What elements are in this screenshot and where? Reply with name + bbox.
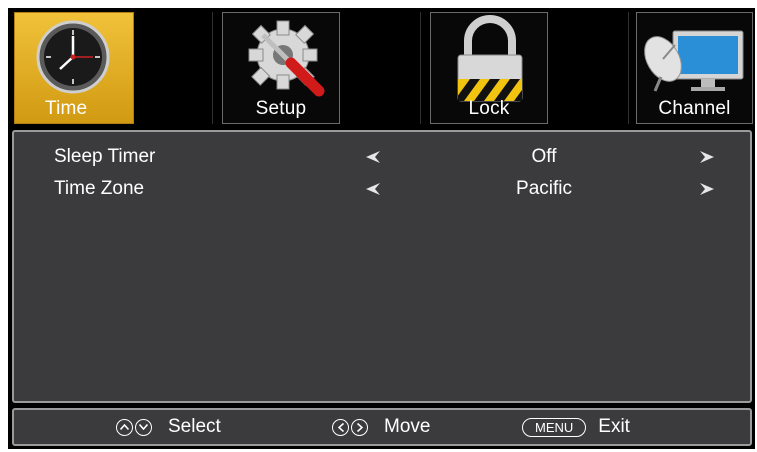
- padlock-icon: [457, 15, 523, 102]
- hint-exit: MENU Exit: [522, 416, 630, 438]
- tab-label: Time: [45, 98, 88, 119]
- chevron-left-icon[interactable]: [366, 151, 380, 163]
- right-arrow-icon: [351, 418, 368, 436]
- tab-setup[interactable]: Setup: [222, 12, 340, 124]
- down-arrow-icon: [135, 418, 152, 436]
- chevron-right-icon[interactable]: [700, 183, 714, 195]
- chevron-right-icon[interactable]: [700, 151, 714, 163]
- menu-row-value: Pacific: [516, 178, 572, 199]
- menu-row-value: Off: [531, 146, 557, 167]
- tab-channel[interactable]: Channel: [636, 12, 753, 124]
- menu-row-label: Sleep Timer: [54, 146, 156, 167]
- hint-select: Select: [116, 416, 221, 438]
- hint-move: Move: [332, 416, 430, 438]
- menu-row-sleep-timer[interactable]: Sleep Timer Off: [14, 140, 750, 170]
- tab-label: Setup: [255, 98, 307, 119]
- hint-move-label: Move: [384, 416, 431, 437]
- hint-exit-label: Exit: [598, 416, 630, 437]
- up-arrow-icon: [116, 418, 133, 436]
- satellite-monitor-icon: [644, 30, 744, 92]
- clock-icon: [36, 20, 110, 94]
- tab-label: Lock: [468, 98, 510, 119]
- tab-time[interactable]: Time: [14, 12, 134, 124]
- menu-panel: Sleep Timer Off Time Zone Pacific: [12, 130, 752, 403]
- tab-divider: [212, 12, 213, 124]
- tv-osd-screen: Time Setup Lock Channel Sleep Timer Off …: [8, 8, 755, 449]
- gear-wrench-icon: [248, 20, 325, 97]
- menu-row-label: Time Zone: [54, 178, 145, 199]
- hint-select-label: Select: [168, 416, 221, 437]
- tab-lock[interactable]: Lock: [430, 12, 548, 124]
- tab-label: Channel: [658, 98, 731, 119]
- left-arrow-icon: [332, 418, 349, 436]
- menu-row-time-zone[interactable]: Time Zone Pacific: [14, 172, 750, 202]
- menu-key-icon: MENU: [522, 417, 587, 437]
- chevron-left-icon[interactable]: [366, 183, 380, 195]
- footer-hint-bar: Select Move MENU Exit: [12, 408, 752, 446]
- tab-divider: [420, 12, 421, 124]
- tab-divider: [628, 12, 629, 124]
